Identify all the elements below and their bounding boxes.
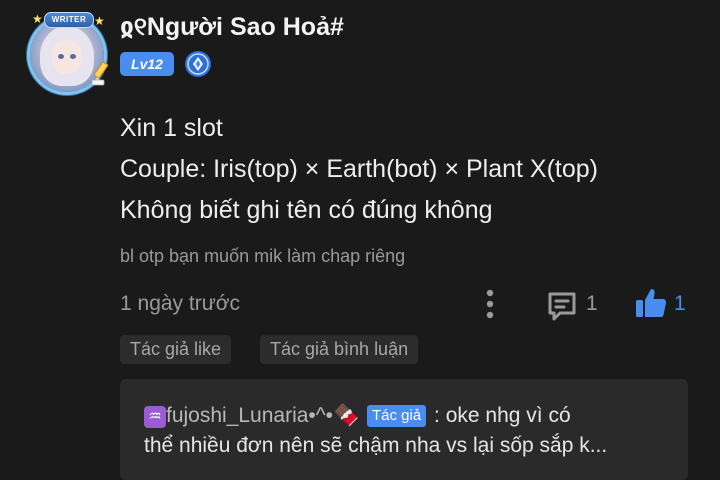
- reply-text: : oke nhg vì có: [434, 404, 571, 427]
- author-tag-badge: Tác giả: [367, 405, 427, 427]
- writer-badge: WRITER: [44, 12, 94, 28]
- timestamp: 1 ngày trước: [120, 292, 241, 315]
- pencil-icon: [91, 61, 109, 86]
- chapter-reference[interactable]: bl otp bạn muốn mik làm chap riêng: [120, 246, 405, 267]
- more-vertical-icon: [486, 289, 494, 319]
- thumbs-up-icon: [636, 289, 667, 317]
- comment-line: Không biết ghi tên có đúng không: [120, 196, 493, 224]
- rank-diamond-icon: [185, 51, 211, 77]
- username[interactable]: ჲ୧Người Sao Hoả#: [120, 12, 344, 42]
- author-commented-tag: Tác giả bình luận: [260, 335, 419, 364]
- reply-count: 1: [586, 292, 598, 315]
- star-icon: ★: [94, 14, 105, 28]
- aquarius-icon: ♒: [144, 406, 166, 428]
- star-icon: ★: [32, 12, 43, 26]
- reply-text-continued: thể nhiều đơn nên sẽ chậm nha vs lại sốp…: [144, 434, 608, 457]
- like-count: 1: [674, 292, 686, 315]
- more-button[interactable]: [478, 288, 502, 322]
- author-liked-tag: Tác giả like: [120, 335, 232, 364]
- reply-author-name[interactable]: fujoshi_Lunaria•^•🍫: [166, 404, 359, 427]
- reply-line: ♒ fujoshi_Lunaria•^•🍫 Tác giả : oke nhg v…: [144, 404, 571, 428]
- author-reply-preview[interactable]: ♒ fujoshi_Lunaria•^•🍫 Tác giả : oke nhg v…: [120, 379, 688, 480]
- comment-line: Couple: Iris(top) × Earth(bot) × Plant X…: [120, 155, 598, 183]
- comment-item: ★ ★ WRITER ჲ୧Người Sao Hoả# Lv12 Xin 1 s…: [0, 0, 720, 480]
- avatar[interactable]: ★ ★ WRITER: [24, 10, 112, 92]
- level-badge: Lv12: [120, 52, 174, 76]
- comment-line: Xin 1 slot: [120, 114, 223, 142]
- comment-icon: [548, 292, 576, 321]
- comment-content: Xin 1 slot Couple: Iris(top) × Earth(bot…: [120, 108, 598, 231]
